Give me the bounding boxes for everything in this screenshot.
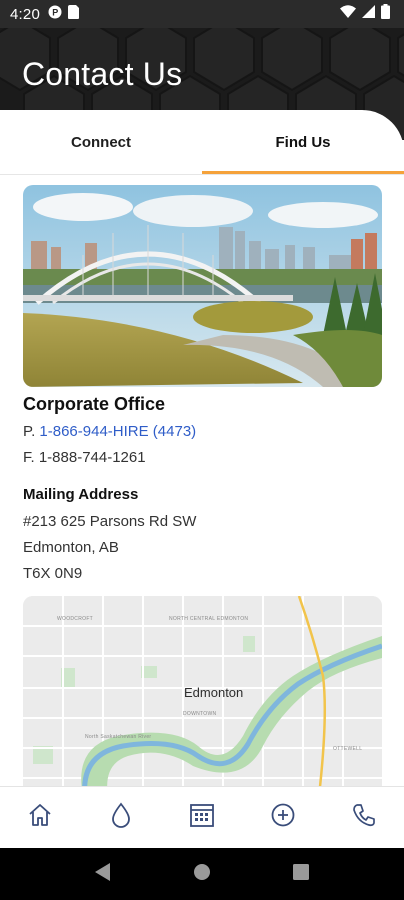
nav-calendar[interactable] xyxy=(182,798,222,838)
nav-water[interactable] xyxy=(101,798,141,838)
phone-icon xyxy=(351,802,377,833)
back-icon[interactable] xyxy=(95,862,111,886)
phone-line: P. 1-866-944-HIRE (4473) xyxy=(23,423,196,440)
map-label-north-central: NORTH CENTRAL EDMONTON xyxy=(169,616,249,622)
corporate-office-heading: Corporate Office xyxy=(23,394,166,414)
address-line-3: T6X 0N9 xyxy=(23,565,83,582)
nav-contact[interactable] xyxy=(344,798,384,838)
bottom-nav xyxy=(0,786,404,848)
system-navigation-bar xyxy=(0,848,404,900)
signal-icon xyxy=(362,5,375,23)
sim-card-icon xyxy=(68,4,79,24)
status-bar: 4:20 P xyxy=(0,0,404,28)
app-notification-icon: P xyxy=(48,5,62,24)
tab-bar: Connect Find Us xyxy=(0,110,404,174)
map-label-river: North Saskatchewan River xyxy=(85,734,152,740)
tab-find-us[interactable]: Find Us xyxy=(202,110,404,174)
map-label-ottewell: OTTEWELL xyxy=(333,746,363,752)
add-circle-icon xyxy=(270,802,296,833)
tabs-divider xyxy=(0,174,404,175)
recents-icon[interactable] xyxy=(293,863,309,885)
status-time: 4:20 xyxy=(10,5,40,23)
office-location-photo xyxy=(23,185,382,387)
address-line-1: #213 625 Parsons Rd SW xyxy=(23,513,197,530)
address-line-2: Edmonton, AB xyxy=(23,539,119,556)
battery-icon xyxy=(381,4,390,24)
fax-line: F. 1-888-744-1261 xyxy=(23,449,146,466)
content-card: Connect Find Us Corporate Office P. 1-86… xyxy=(0,110,404,786)
map-label-downtown: DOWNTOWN xyxy=(183,711,217,717)
tab-connect[interactable]: Connect xyxy=(0,110,202,174)
map-city-label: Edmonton xyxy=(184,685,244,700)
page-title: Contact Us xyxy=(22,56,183,92)
water-drop-icon xyxy=(110,802,132,833)
map-label-woodcroft: WOODCROFT xyxy=(57,616,94,622)
nav-home[interactable] xyxy=(20,798,60,838)
mailing-address-heading: Mailing Address xyxy=(23,486,139,503)
home-icon xyxy=(27,802,53,833)
home-button-icon[interactable] xyxy=(193,863,211,886)
location-map[interactable]: WOODCROFT NORTH CENTRAL EDMONTON DOWNTOW… xyxy=(23,596,382,786)
svg-text:P: P xyxy=(52,7,58,17)
phone-prefix: P. xyxy=(23,423,40,440)
calendar-icon xyxy=(189,802,215,833)
nav-add[interactable] xyxy=(263,798,303,838)
phone-link[interactable]: 1-866-944-HIRE (4473) xyxy=(39,423,196,440)
wifi-icon xyxy=(340,5,356,23)
